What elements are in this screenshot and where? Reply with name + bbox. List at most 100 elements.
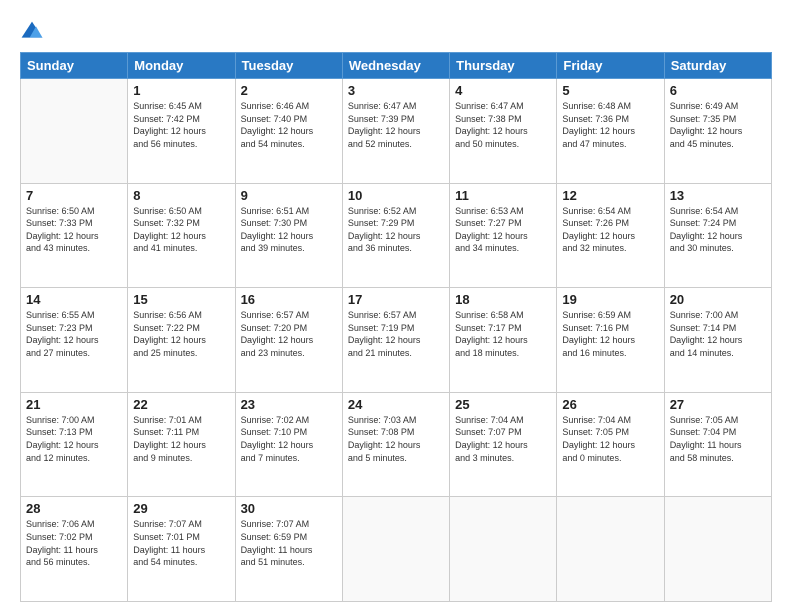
calendar-cell: 8Sunrise: 6:50 AM Sunset: 7:32 PM Daylig… bbox=[128, 183, 235, 288]
cell-info: Sunrise: 6:50 AM Sunset: 7:33 PM Dayligh… bbox=[26, 205, 122, 255]
day-number: 4 bbox=[455, 83, 551, 98]
day-number: 1 bbox=[133, 83, 229, 98]
calendar-week-4: 21 Sunrise: 7:00 AM Sunset: 7:13 PM Dayli… bbox=[21, 392, 772, 497]
day-number: 24 bbox=[348, 397, 444, 412]
cell-info: Sunrise: 7:07 AM Sunset: 6:59 PM Dayligh… bbox=[241, 518, 337, 568]
calendar-cell: 11 Sunrise: 6:53 AM Sunset: 7:27 PM Dayli… bbox=[450, 183, 557, 288]
day-number: 20 bbox=[670, 292, 766, 307]
day-number: 2 bbox=[241, 83, 337, 98]
cell-info: Sunrise: 6:54 AM Sunset: 7:24 PM Dayligh… bbox=[670, 205, 766, 255]
logo bbox=[20, 20, 48, 44]
day-number: 19 bbox=[562, 292, 658, 307]
header bbox=[20, 16, 772, 44]
calendar-cell: 5 Sunrise: 6:48 AM Sunset: 7:36 PM Daylig… bbox=[557, 79, 664, 184]
cell-info: Sunrise: 6:47 AM Sunset: 7:38 PM Dayligh… bbox=[455, 100, 551, 150]
calendar-cell bbox=[21, 79, 128, 184]
calendar-cell: 19 Sunrise: 6:59 AM Sunset: 7:16 PM Dayli… bbox=[557, 288, 664, 393]
cell-info: Sunrise: 6:48 AM Sunset: 7:36 PM Dayligh… bbox=[562, 100, 658, 150]
column-header-friday: Friday bbox=[557, 53, 664, 79]
calendar-cell: 4 Sunrise: 6:47 AM Sunset: 7:38 PM Daylig… bbox=[450, 79, 557, 184]
day-number: 10 bbox=[348, 188, 444, 203]
column-header-thursday: Thursday bbox=[450, 53, 557, 79]
day-number: 30 bbox=[241, 501, 337, 516]
day-number: 7 bbox=[26, 188, 122, 203]
calendar-week-1: 1 Sunrise: 6:45 AM Sunset: 7:42 PM Daylig… bbox=[21, 79, 772, 184]
cell-info: Sunrise: 6:45 AM Sunset: 7:42 PM Dayligh… bbox=[133, 100, 229, 150]
day-number: 17 bbox=[348, 292, 444, 307]
cell-info: Sunrise: 6:46 AM Sunset: 7:40 PM Dayligh… bbox=[241, 100, 337, 150]
page: SundayMondayTuesdayWednesdayThursdayFrid… bbox=[0, 0, 792, 612]
calendar-cell: 18 Sunrise: 6:58 AM Sunset: 7:17 PM Dayli… bbox=[450, 288, 557, 393]
day-number: 12 bbox=[562, 188, 658, 203]
column-header-monday: Monday bbox=[128, 53, 235, 79]
day-number: 29 bbox=[133, 501, 229, 516]
calendar-week-2: 7 Sunrise: 6:50 AM Sunset: 7:33 PM Daylig… bbox=[21, 183, 772, 288]
calendar-cell: 22Sunrise: 7:01 AM Sunset: 7:11 PM Dayli… bbox=[128, 392, 235, 497]
calendar-cell: 17 Sunrise: 6:57 AM Sunset: 7:19 PM Dayli… bbox=[342, 288, 449, 393]
day-number: 18 bbox=[455, 292, 551, 307]
calendar-cell bbox=[342, 497, 449, 602]
cell-info: Sunrise: 7:04 AM Sunset: 7:05 PM Dayligh… bbox=[562, 414, 658, 464]
day-number: 5 bbox=[562, 83, 658, 98]
cell-info: Sunrise: 7:04 AM Sunset: 7:07 PM Dayligh… bbox=[455, 414, 551, 464]
calendar-cell: 21 Sunrise: 7:00 AM Sunset: 7:13 PM Dayli… bbox=[21, 392, 128, 497]
cell-info: Sunrise: 6:52 AM Sunset: 7:29 PM Dayligh… bbox=[348, 205, 444, 255]
calendar-cell bbox=[664, 497, 771, 602]
day-number: 25 bbox=[455, 397, 551, 412]
cell-info: Sunrise: 6:58 AM Sunset: 7:17 PM Dayligh… bbox=[455, 309, 551, 359]
column-header-tuesday: Tuesday bbox=[235, 53, 342, 79]
cell-info: Sunrise: 7:06 AM Sunset: 7:02 PM Dayligh… bbox=[26, 518, 122, 568]
calendar-cell: 7 Sunrise: 6:50 AM Sunset: 7:33 PM Daylig… bbox=[21, 183, 128, 288]
column-header-sunday: Sunday bbox=[21, 53, 128, 79]
day-number: 3 bbox=[348, 83, 444, 98]
cell-info: Sunrise: 7:03 AM Sunset: 7:08 PM Dayligh… bbox=[348, 414, 444, 464]
cell-info: Sunrise: 6:56 AM Sunset: 7:22 PM Dayligh… bbox=[133, 309, 229, 359]
calendar-table: SundayMondayTuesdayWednesdayThursdayFrid… bbox=[20, 52, 772, 602]
column-header-saturday: Saturday bbox=[664, 53, 771, 79]
cell-info: Sunrise: 6:47 AM Sunset: 7:39 PM Dayligh… bbox=[348, 100, 444, 150]
day-number: 22 bbox=[133, 397, 229, 412]
cell-info: Sunrise: 6:57 AM Sunset: 7:20 PM Dayligh… bbox=[241, 309, 337, 359]
calendar-cell: 20 Sunrise: 7:00 AM Sunset: 7:14 PM Dayli… bbox=[664, 288, 771, 393]
day-number: 9 bbox=[241, 188, 337, 203]
calendar-cell: 16 Sunrise: 6:57 AM Sunset: 7:20 PM Dayli… bbox=[235, 288, 342, 393]
cell-info: Sunrise: 6:55 AM Sunset: 7:23 PM Dayligh… bbox=[26, 309, 122, 359]
calendar-cell: 1 Sunrise: 6:45 AM Sunset: 7:42 PM Daylig… bbox=[128, 79, 235, 184]
logo-icon bbox=[20, 20, 44, 44]
calendar-cell bbox=[450, 497, 557, 602]
cell-info: Sunrise: 7:00 AM Sunset: 7:13 PM Dayligh… bbox=[26, 414, 122, 464]
day-number: 13 bbox=[670, 188, 766, 203]
day-number: 6 bbox=[670, 83, 766, 98]
cell-info: Sunrise: 6:51 AM Sunset: 7:30 PM Dayligh… bbox=[241, 205, 337, 255]
cell-info: Sunrise: 7:07 AM Sunset: 7:01 PM Dayligh… bbox=[133, 518, 229, 568]
calendar-week-5: 28Sunrise: 7:06 AM Sunset: 7:02 PM Dayli… bbox=[21, 497, 772, 602]
calendar-cell: 15Sunrise: 6:56 AM Sunset: 7:22 PM Dayli… bbox=[128, 288, 235, 393]
day-number: 14 bbox=[26, 292, 122, 307]
cell-info: Sunrise: 6:53 AM Sunset: 7:27 PM Dayligh… bbox=[455, 205, 551, 255]
calendar-cell: 27Sunrise: 7:05 AM Sunset: 7:04 PM Dayli… bbox=[664, 392, 771, 497]
cell-info: Sunrise: 6:59 AM Sunset: 7:16 PM Dayligh… bbox=[562, 309, 658, 359]
calendar-cell: 26 Sunrise: 7:04 AM Sunset: 7:05 PM Dayli… bbox=[557, 392, 664, 497]
column-header-wednesday: Wednesday bbox=[342, 53, 449, 79]
cell-info: Sunrise: 6:57 AM Sunset: 7:19 PM Dayligh… bbox=[348, 309, 444, 359]
calendar-cell: 30 Sunrise: 7:07 AM Sunset: 6:59 PM Dayli… bbox=[235, 497, 342, 602]
calendar-cell: 10 Sunrise: 6:52 AM Sunset: 7:29 PM Dayli… bbox=[342, 183, 449, 288]
calendar-cell: 2 Sunrise: 6:46 AM Sunset: 7:40 PM Daylig… bbox=[235, 79, 342, 184]
day-number: 16 bbox=[241, 292, 337, 307]
calendar-cell bbox=[557, 497, 664, 602]
calendar-cell: 14 Sunrise: 6:55 AM Sunset: 7:23 PM Dayli… bbox=[21, 288, 128, 393]
calendar-cell: 9 Sunrise: 6:51 AM Sunset: 7:30 PM Daylig… bbox=[235, 183, 342, 288]
calendar-cell: 23Sunrise: 7:02 AM Sunset: 7:10 PM Dayli… bbox=[235, 392, 342, 497]
day-number: 8 bbox=[133, 188, 229, 203]
cell-info: Sunrise: 6:54 AM Sunset: 7:26 PM Dayligh… bbox=[562, 205, 658, 255]
day-number: 21 bbox=[26, 397, 122, 412]
calendar-cell: 6Sunrise: 6:49 AM Sunset: 7:35 PM Daylig… bbox=[664, 79, 771, 184]
day-number: 26 bbox=[562, 397, 658, 412]
calendar-cell: 3 Sunrise: 6:47 AM Sunset: 7:39 PM Daylig… bbox=[342, 79, 449, 184]
day-number: 23 bbox=[241, 397, 337, 412]
day-number: 27 bbox=[670, 397, 766, 412]
cell-info: Sunrise: 7:00 AM Sunset: 7:14 PM Dayligh… bbox=[670, 309, 766, 359]
day-number: 11 bbox=[455, 188, 551, 203]
calendar-header-row: SundayMondayTuesdayWednesdayThursdayFrid… bbox=[21, 53, 772, 79]
calendar-cell: 29 Sunrise: 7:07 AM Sunset: 7:01 PM Dayli… bbox=[128, 497, 235, 602]
